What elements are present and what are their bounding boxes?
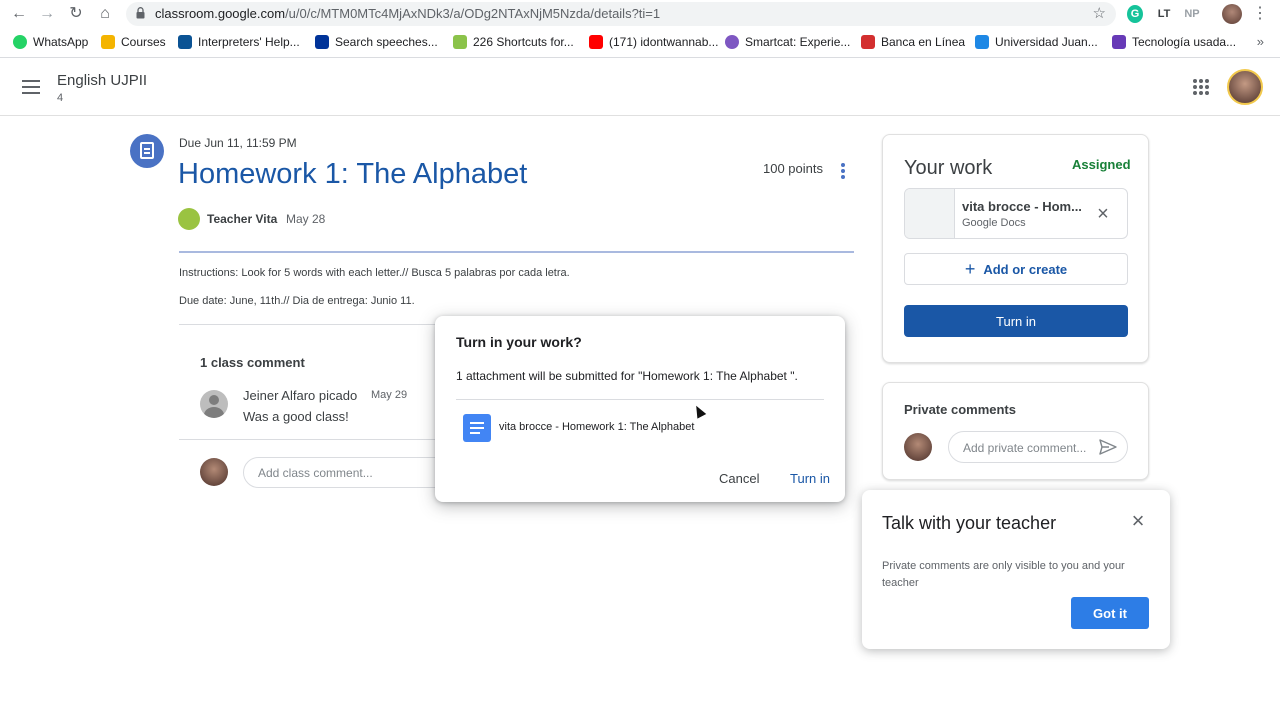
forward-arrow-icon[interactable]: → [37, 4, 57, 24]
university-icon [975, 35, 989, 49]
bookmark-smartcat[interactable]: Smartcat: Experie... [725, 35, 850, 49]
talk-with-teacher-popup: Talk with your teacher × Private comment… [862, 490, 1170, 649]
grammarly-extension-icon[interactable]: G [1127, 5, 1143, 23]
back-arrow-icon[interactable]: ← [9, 4, 29, 24]
forms-icon [1112, 35, 1126, 49]
smartcat-icon [725, 35, 739, 49]
lock-icon [136, 7, 145, 19]
dialog-body: 1 attachment will be submitted for "Home… [456, 369, 798, 383]
address-bar[interactable]: classroom.google.com/u/0/c/MTM0MTc4MjAxN… [126, 2, 1116, 26]
browser-menu-icon[interactable]: ⋮ [1252, 3, 1268, 23]
bookmark-universidad[interactable]: Universidad Juan... [975, 35, 1098, 49]
popup-body: Private comments are only visible to you… [882, 560, 1125, 589]
home-icon[interactable]: ⌂ [95, 4, 115, 24]
youtube-icon [589, 35, 603, 49]
close-icon[interactable]: × [1128, 510, 1148, 532]
eu-flag-icon [315, 35, 329, 49]
bookmark-shortcuts[interactable]: 226 Shortcuts for... [453, 35, 574, 49]
courses-icon [101, 35, 115, 49]
np-extension-icon[interactable]: NP [1183, 5, 1201, 23]
google-docs-icon [463, 414, 491, 442]
interpreters-icon [178, 35, 192, 49]
bookmarks-bar: WhatsApp Courses Interpreters' Help... S… [0, 28, 1280, 58]
bookmark-banca[interactable]: Banca en Línea [861, 35, 965, 49]
dialog-attachment-name: vita brocce - Homework 1: The Alphabet [499, 421, 695, 433]
bookmark-interpreters[interactable]: Interpreters' Help... [178, 35, 300, 49]
lt-extension-icon[interactable]: LT [1155, 5, 1173, 23]
turn-in-dialog: Turn in your work? 1 attachment will be … [435, 316, 845, 502]
bookmark-tecnologia[interactable]: Tecnología usada... [1112, 35, 1236, 49]
browser-toolbar: ← → ↻ ⌂ classroom.google.com/u/0/c/MTM0M… [0, 0, 1280, 28]
bookmark-youtube[interactable]: (171) idontwannab... [589, 35, 718, 49]
popup-title: Talk with your teacher [882, 513, 1057, 533]
confirm-turn-in-button[interactable]: Turn in [790, 471, 830, 486]
dialog-divider [456, 399, 824, 400]
reload-icon[interactable]: ↻ [66, 4, 86, 24]
dialog-title: Turn in your work? [456, 334, 582, 350]
browser-profile-avatar[interactable] [1222, 4, 1242, 24]
bookmark-whatsapp[interactable]: WhatsApp [13, 35, 88, 49]
cancel-button[interactable]: Cancel [719, 471, 759, 486]
whatsapp-icon [13, 35, 27, 49]
bank-icon [861, 35, 875, 49]
shortcuts-icon [453, 35, 467, 49]
url-text[interactable]: classroom.google.com/u/0/c/MTM0MTc4MjAxN… [155, 6, 660, 21]
got-it-button[interactable]: Got it [1071, 597, 1149, 629]
bookmark-star-icon[interactable]: ☆ [1093, 4, 1106, 22]
bookmark-search-speeches[interactable]: Search speeches... [315, 35, 438, 49]
bookmark-courses[interactable]: Courses [101, 35, 166, 49]
bookmarks-overflow-icon[interactable]: » [1257, 34, 1264, 49]
